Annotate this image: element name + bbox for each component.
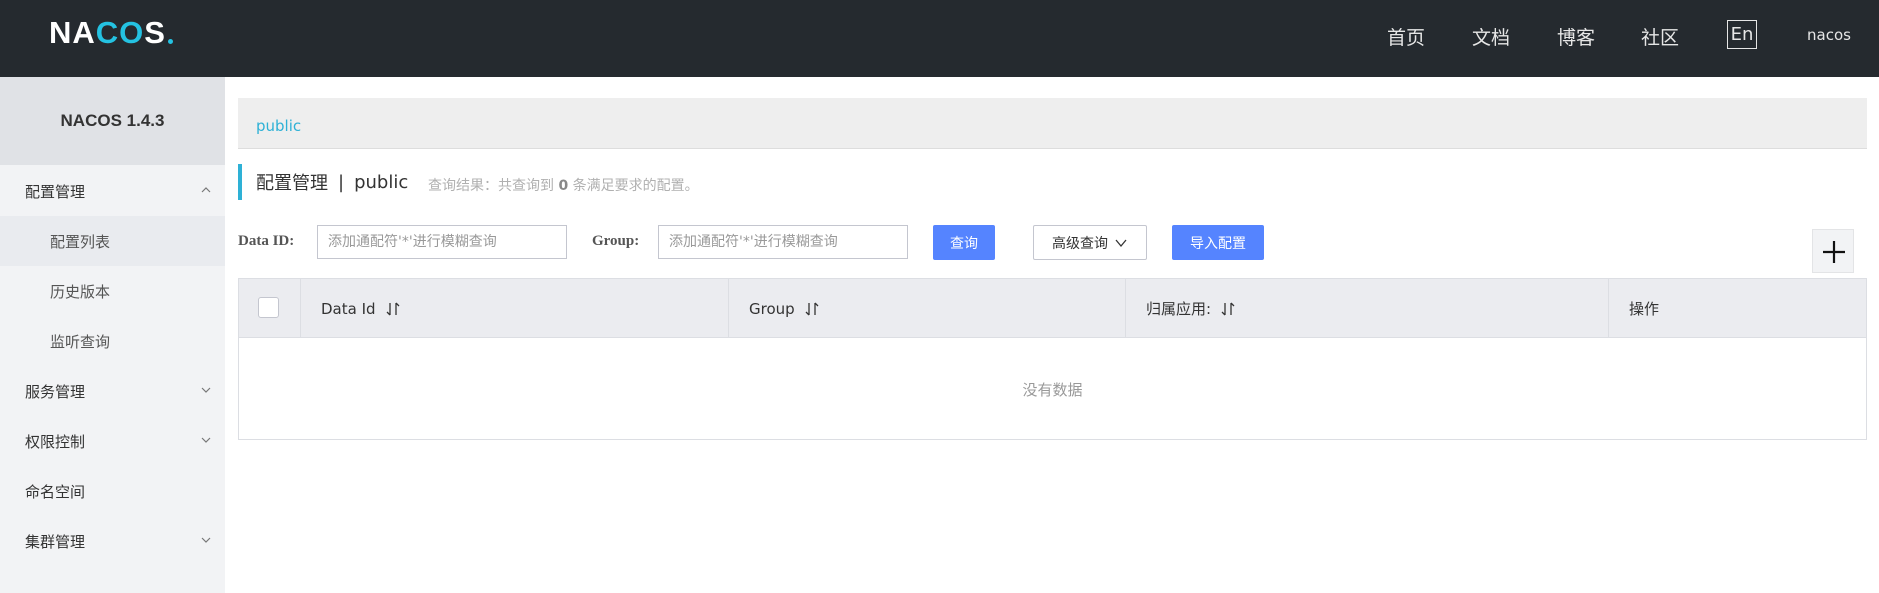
language-toggle-button[interactable]: En [1727, 20, 1757, 49]
plus-icon [1823, 241, 1845, 263]
table-header: Data Id Group 归属应用: 操作 [239, 279, 1866, 338]
data-id-input[interactable] [317, 225, 567, 259]
sidebar-item-label: 监听查询 [50, 332, 111, 351]
group-input[interactable] [658, 225, 908, 259]
select-all-checkbox[interactable] [258, 297, 279, 318]
query-result-suffix: 条满足要求的配置。 [572, 178, 699, 194]
group-label: Group: [592, 233, 640, 249]
sidebar-item-access-control[interactable]: 权限控制 [0, 416, 225, 466]
nav-community[interactable]: 社区 [1641, 23, 1679, 50]
sidebar-item-service-management[interactable]: 服务管理 [0, 366, 225, 416]
column-app[interactable]: 归属应用: [1126, 279, 1609, 338]
logo-text-part2: CO [95, 15, 145, 50]
sidebar-item-cluster-management[interactable]: 集群管理 [0, 516, 225, 566]
sidebar-item-label: 服务管理 [25, 382, 86, 401]
empty-state: 没有数据 [1022, 380, 1083, 399]
sort-icon[interactable] [1221, 301, 1235, 317]
nav-blog[interactable]: 博客 [1557, 23, 1595, 50]
sidebar-item-label: 集群管理 [25, 532, 86, 551]
column-label: 归属应用: [1146, 300, 1212, 318]
nav-home[interactable]: 首页 [1387, 23, 1425, 50]
page-title-namespace: public [354, 171, 409, 193]
query-result-prefix: 查询结果：共查询到 [428, 178, 554, 194]
query-result-text: 查询结果：共查询到 0 条满足要求的配置。 [428, 175, 699, 195]
chevron-down-icon [1115, 239, 1127, 247]
sort-icon[interactable] [805, 301, 819, 317]
data-id-label: Data ID: [238, 233, 295, 249]
column-label: 操作 [1629, 300, 1660, 318]
sidebar-title: NACOS 1.4.3 [0, 77, 225, 165]
chevron-down-icon [201, 387, 211, 393]
nav-docs[interactable]: 文档 [1472, 23, 1510, 50]
sort-icon[interactable] [386, 301, 400, 317]
column-actions: 操作 [1609, 279, 1866, 338]
sidebar-item-label: 历史版本 [50, 282, 111, 301]
sidebar-item-label: 命名空间 [25, 482, 86, 501]
chevron-down-icon [201, 537, 211, 543]
sidebar-item-label: 配置列表 [50, 232, 111, 251]
sidebar-item-label: 权限控制 [25, 432, 86, 451]
config-table: Data Id Group 归属应用: 操作 没有数据 [238, 278, 1867, 440]
sidebar-item-label: 配置管理 [25, 182, 86, 201]
add-config-button[interactable] [1812, 229, 1854, 273]
sidebar-item-namespace[interactable]: 命名空间 [0, 466, 225, 516]
sidebar: NACOS 1.4.3 配置管理 配置列表 历史版本 监听查询 服务管理 权限控… [0, 77, 225, 593]
top-header: NA CO S 首页 文档 博客 社区 En nacos [0, 0, 1879, 77]
namespace-link-public[interactable]: public [256, 117, 301, 135]
namespace-bar: public [238, 98, 1867, 149]
advanced-search-button[interactable]: 高级查询 [1033, 225, 1147, 260]
column-label: Data Id [321, 299, 376, 318]
select-all-cell [239, 279, 301, 338]
column-data-id[interactable]: Data Id [301, 279, 729, 338]
sidebar-item-listener-query[interactable]: 监听查询 [0, 316, 225, 366]
sidebar-item-history[interactable]: 历史版本 [0, 266, 225, 316]
query-result-count: 0 [558, 178, 569, 194]
search-button[interactable]: 查询 [933, 225, 995, 260]
logo-text-part1: NA [49, 15, 96, 50]
logo-text-part3: S [144, 15, 166, 50]
column-group[interactable]: Group [729, 279, 1126, 338]
chevron-down-icon [201, 437, 211, 443]
page-title-text: 配置管理 [256, 173, 328, 194]
sidebar-item-config-management[interactable]: 配置管理 [0, 166, 225, 216]
sidebar-item-config-list[interactable]: 配置列表 [0, 216, 225, 266]
page-title-separator: | [338, 171, 345, 193]
user-menu[interactable]: nacos [1807, 26, 1851, 44]
advanced-search-label: 高级查询 [1052, 235, 1108, 252]
column-label: Group [749, 299, 795, 318]
nacos-logo[interactable]: NA CO S [49, 15, 173, 50]
logo-dot [167, 39, 173, 44]
chevron-up-icon [201, 187, 211, 193]
page-title: 配置管理 | public [238, 164, 408, 200]
import-config-button[interactable]: 导入配置 [1172, 225, 1264, 260]
